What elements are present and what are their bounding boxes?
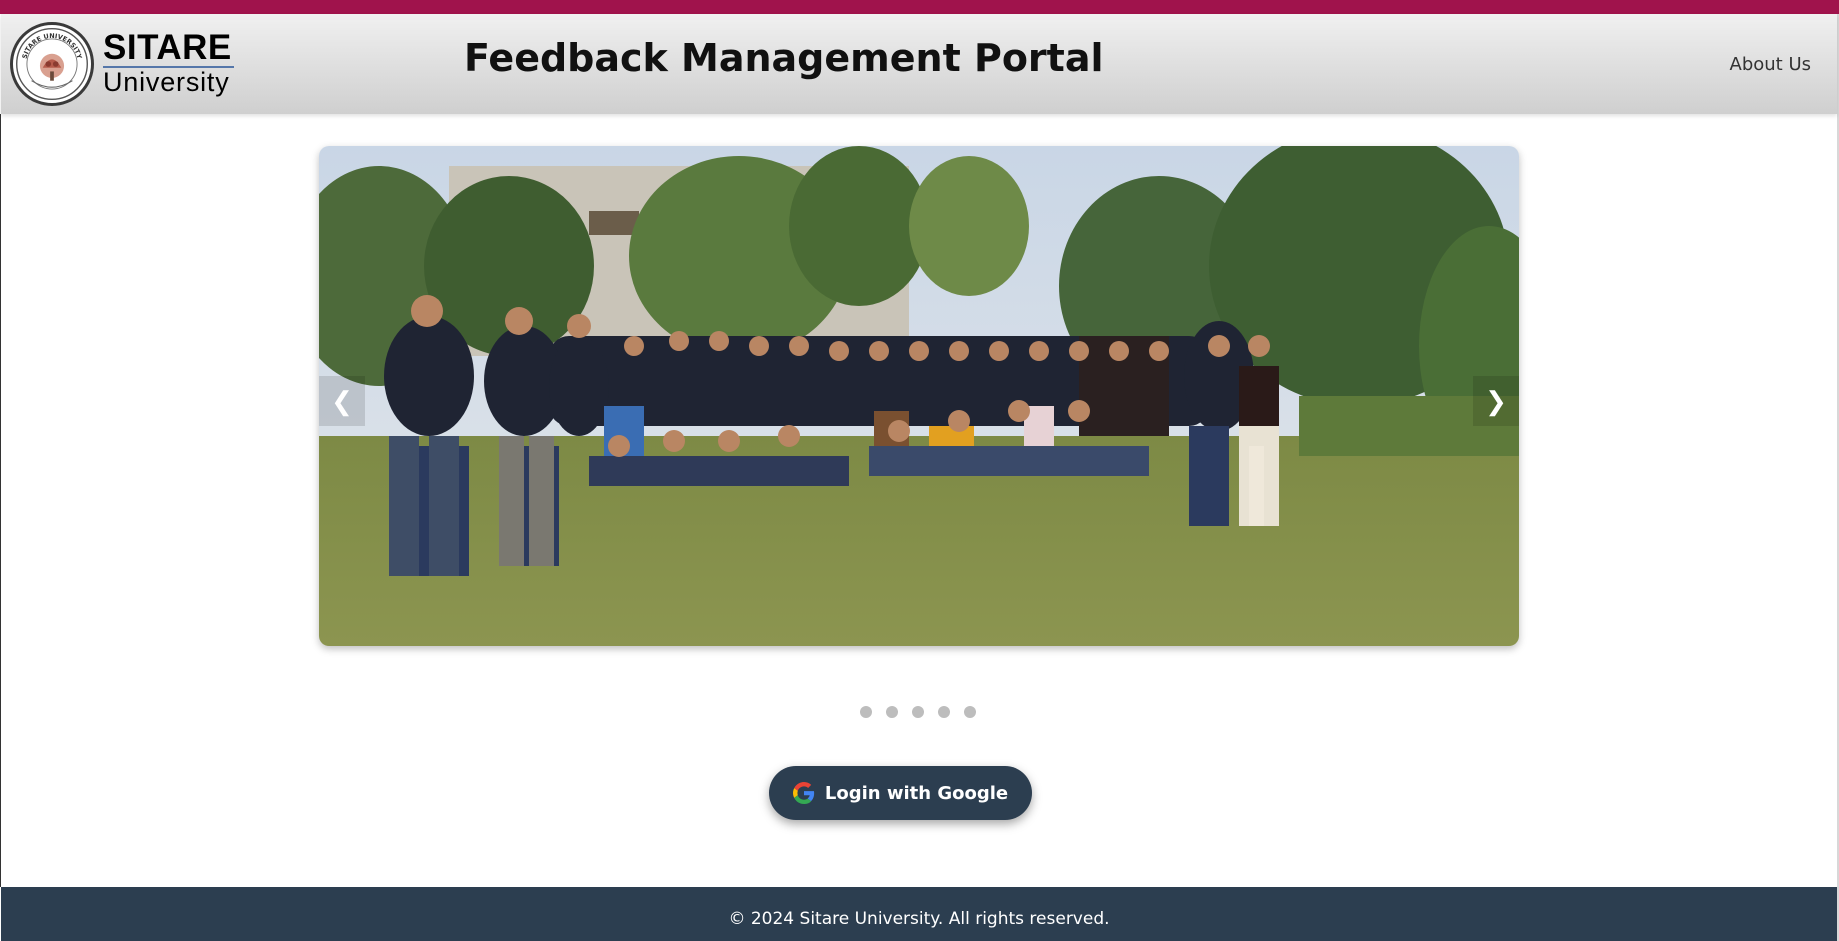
login-with-google-button[interactable]: Login with Google	[769, 766, 1032, 820]
page-left-border	[0, 114, 1, 887]
carousel-dot-1[interactable]	[860, 706, 872, 718]
carousel-dot-4[interactable]	[938, 706, 950, 718]
university-seal-logo[interactable]: SITARE UNIVERSITY	[10, 22, 94, 106]
carousel-indicators	[860, 706, 976, 718]
browser-top-strip	[0, 0, 1839, 14]
carousel-dot-5[interactable]	[964, 706, 976, 718]
carousel-next-button[interactable]: ❯	[1473, 376, 1519, 426]
group-photo-slide	[319, 146, 1519, 646]
login-button-label: Login with Google	[824, 782, 1009, 804]
google-icon	[792, 782, 815, 804]
copyright-text: © 2024 Sitare University. All rights res…	[728, 909, 1110, 929]
carousel-dot-2[interactable]	[886, 706, 898, 718]
site-header: SITARE UNIVERSITY SITARE University Feed…	[1, 14, 1837, 114]
logo-subtitle: University	[103, 67, 230, 97]
university-wordmark[interactable]: SITARE University	[103, 30, 234, 96]
carousel-prev-button[interactable]: ❮	[319, 376, 365, 426]
nav-about-us-link[interactable]: About Us	[1730, 54, 1812, 75]
carousel-dot-3[interactable]	[912, 706, 924, 718]
logo-name: SITARE	[103, 28, 234, 68]
page-title: Feedback Management Portal	[464, 36, 1104, 80]
site-footer: © 2024 Sitare University. All rights res…	[1, 887, 1837, 941]
image-carousel: ❮ ❯	[319, 146, 1519, 646]
